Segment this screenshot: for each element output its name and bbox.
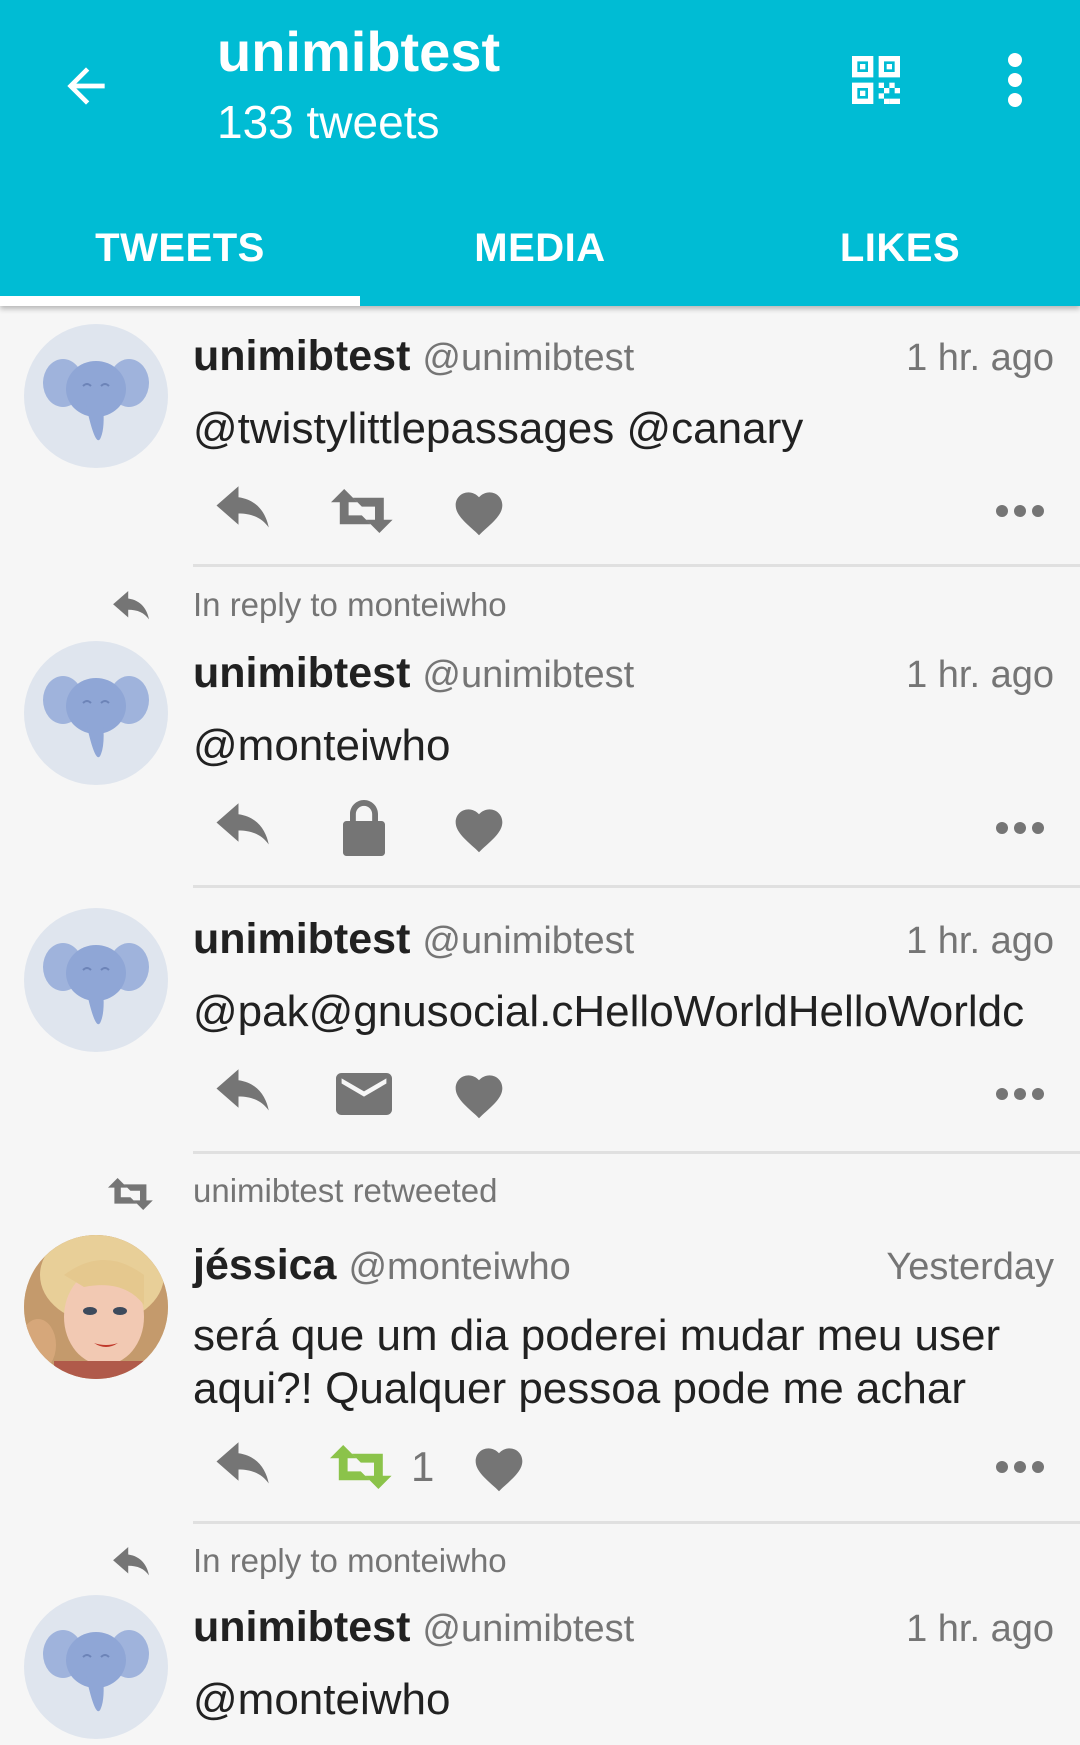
reply-context-text[interactable]: In reply to monteiwho bbox=[193, 585, 507, 625]
more-horiz-icon bbox=[996, 822, 1044, 834]
lock-icon bbox=[343, 800, 385, 856]
more-vert-icon bbox=[1008, 53, 1022, 107]
reply-context: In reply to monteiwho bbox=[0, 569, 1080, 639]
more-options-button[interactable] bbox=[990, 1059, 1050, 1129]
profile-tabs: TWEETS MEDIA LIKES bbox=[0, 190, 1080, 306]
tweet-time: 1 hr. ago bbox=[906, 920, 1054, 962]
author-handle: @unimibtest bbox=[422, 654, 635, 696]
qr-code-button[interactable] bbox=[836, 40, 916, 120]
more-options-button[interactable] bbox=[990, 1432, 1050, 1502]
avatar[interactable] bbox=[24, 1235, 168, 1379]
heart-icon bbox=[455, 809, 503, 853]
qr-code-icon bbox=[852, 56, 900, 104]
reply-icon bbox=[216, 486, 269, 528]
mail-icon bbox=[336, 1073, 392, 1115]
tweet-time: Yesterday bbox=[886, 1246, 1054, 1288]
tweet-time: 1 hr. ago bbox=[906, 1608, 1054, 1650]
author-handle: @unimibtest bbox=[422, 337, 635, 379]
user-photo-icon bbox=[24, 1235, 168, 1379]
tab-likes[interactable]: LIKES bbox=[720, 190, 1080, 306]
tweet-actions bbox=[193, 1059, 1050, 1129]
author-name[interactable]: jéssica bbox=[193, 1241, 336, 1290]
more-horiz-icon bbox=[996, 505, 1044, 517]
tweet-item[interactable]: In reply to monteiwho unimibtest @unimib… bbox=[0, 1525, 1080, 1745]
back-button[interactable] bbox=[50, 50, 122, 122]
reply-icon bbox=[216, 1442, 269, 1484]
reply-icon bbox=[216, 1069, 269, 1111]
reply-button[interactable] bbox=[209, 1432, 279, 1502]
tweet-text: @monteiwho bbox=[193, 1675, 451, 1724]
avatar[interactable] bbox=[24, 908, 168, 1052]
page-title: unimibtest bbox=[217, 20, 501, 83]
heart-icon bbox=[455, 492, 503, 536]
author-name[interactable]: unimibtest bbox=[193, 915, 410, 964]
more-horiz-icon bbox=[996, 1461, 1044, 1473]
tweet-text: @monteiwho bbox=[193, 721, 451, 770]
reply-context: In reply to monteiwho bbox=[0, 1525, 1080, 1595]
tweet-time: 1 hr. ago bbox=[906, 654, 1054, 696]
heart-icon bbox=[455, 1075, 503, 1119]
tweet-item[interactable]: unimibtest @unimibtest 1 hr. ago @twisty… bbox=[0, 306, 1080, 569]
tweet-count: 133 tweets bbox=[217, 96, 440, 148]
tab-media[interactable]: MEDIA bbox=[360, 190, 720, 306]
retweet-context-text[interactable]: unimibtest retweeted bbox=[193, 1171, 498, 1211]
avatar[interactable] bbox=[24, 324, 168, 468]
reply-icon bbox=[113, 1547, 149, 1576]
like-button[interactable] bbox=[449, 476, 509, 546]
reply-button[interactable] bbox=[209, 1059, 279, 1129]
retweet-icon bbox=[331, 489, 393, 533]
tweet-item[interactable]: In reply to monteiwho unimibtest @unimib… bbox=[0, 569, 1080, 888]
author-name[interactable]: unimibtest bbox=[193, 649, 410, 698]
tweet-actions: 1 bbox=[193, 1432, 1050, 1502]
tweet-actions bbox=[193, 476, 1050, 546]
retweet-icon bbox=[108, 1178, 153, 1210]
app-bar: unimibtest 133 tweets TWEETS MEDIA LIKES bbox=[0, 0, 1080, 306]
heart-icon bbox=[475, 1448, 523, 1492]
overflow-menu-button[interactable] bbox=[985, 40, 1045, 120]
like-button[interactable] bbox=[449, 1059, 509, 1129]
reply-button[interactable] bbox=[209, 476, 279, 546]
more-options-button[interactable] bbox=[990, 793, 1050, 863]
more-options-button[interactable] bbox=[990, 476, 1050, 546]
elephant-avatar-icon bbox=[43, 676, 149, 758]
direct-message-button[interactable] bbox=[329, 1059, 399, 1129]
retweet-context: unimibtest retweeted bbox=[0, 1155, 1080, 1225]
avatar[interactable] bbox=[24, 1595, 168, 1739]
author-name[interactable]: unimibtest bbox=[193, 1603, 410, 1652]
elephant-avatar-icon bbox=[43, 943, 149, 1025]
tweet-item[interactable]: unimibtest retweeted jéssica @monteiwho … bbox=[0, 1155, 1080, 1525]
tab-tweets[interactable]: TWEETS bbox=[0, 190, 360, 306]
divider bbox=[193, 564, 1080, 567]
like-button[interactable] bbox=[449, 793, 509, 863]
author-handle: @unimibtest bbox=[422, 920, 635, 962]
tweet-text: @pak@gnusocial.cHelloWorldHelloWorldc bbox=[193, 987, 1025, 1036]
elephant-avatar-icon bbox=[43, 1630, 149, 1712]
retweet-icon bbox=[330, 1445, 392, 1489]
reply-button[interactable] bbox=[209, 793, 279, 863]
reply-icon bbox=[216, 803, 269, 845]
tweet-time: 1 hr. ago bbox=[906, 337, 1054, 379]
tweet-text: @twistylittlepassages @canary bbox=[193, 404, 804, 453]
more-horiz-icon bbox=[996, 1088, 1044, 1100]
tweet-feed[interactable]: unimibtest @unimibtest 1 hr. ago @twisty… bbox=[0, 306, 1080, 1745]
like-button[interactable] bbox=[469, 1432, 529, 1502]
reply-context-text[interactable]: In reply to monteiwho bbox=[193, 1541, 507, 1581]
elephant-avatar-icon bbox=[43, 359, 149, 441]
avatar[interactable] bbox=[24, 641, 168, 785]
author-name[interactable]: unimibtest bbox=[193, 332, 410, 381]
tweet-text: será que um dia poderei mudar meu user a… bbox=[193, 1311, 1013, 1413]
tweet-actions bbox=[193, 793, 1050, 863]
retweet-button[interactable] bbox=[329, 476, 399, 546]
reply-icon bbox=[113, 591, 149, 620]
retweet-count: 1 bbox=[411, 1443, 435, 1490]
divider bbox=[193, 1151, 1080, 1154]
divider bbox=[193, 1521, 1080, 1524]
arrow-left-icon bbox=[67, 67, 105, 105]
author-handle: @monteiwho bbox=[348, 1246, 571, 1288]
author-handle: @unimibtest bbox=[422, 1608, 635, 1650]
locked-retweet bbox=[329, 793, 399, 863]
retweet-button[interactable]: 1 bbox=[329, 1432, 459, 1502]
tweet-item[interactable]: unimibtest @unimibtest 1 hr. ago @pak@gn… bbox=[0, 887, 1080, 1155]
